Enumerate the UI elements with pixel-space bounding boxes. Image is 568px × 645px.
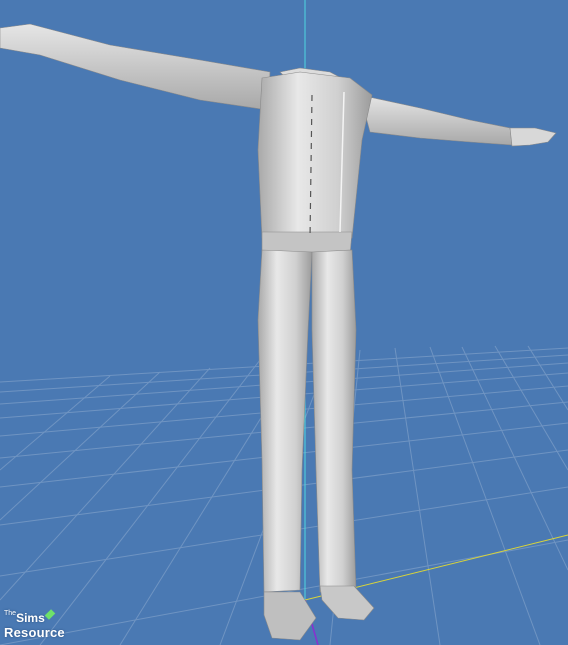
right-hand: [509, 127, 557, 147]
sims-resource-watermark: TheSims Resource: [4, 609, 65, 640]
watermark-brand: Sims: [16, 611, 45, 625]
plumbob-icon: [44, 609, 56, 620]
3d-viewport[interactable]: TheSims Resource: [0, 0, 568, 645]
suit-mesh[interactable]: [0, 23, 557, 641]
left-sleeve: [0, 23, 271, 111]
scene-svg: [0, 0, 568, 645]
right-sleeve: [359, 94, 513, 146]
jacket: [257, 71, 373, 249]
watermark-prefix: The: [4, 610, 17, 617]
right-leg: [311, 249, 357, 593]
left-leg: [257, 249, 313, 593]
watermark-resource: Resource: [4, 625, 65, 640]
right-shoe: [319, 585, 375, 621]
